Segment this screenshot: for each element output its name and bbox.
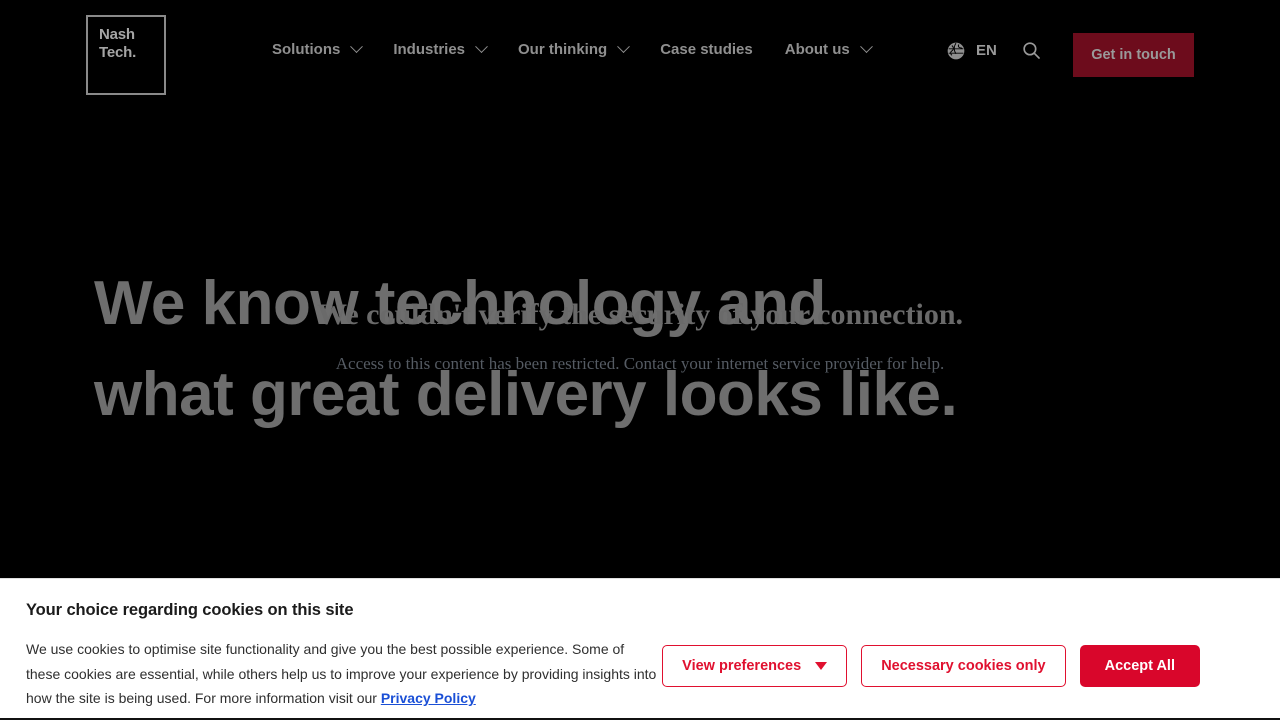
- chevron-down-icon: [859, 40, 873, 54]
- logo-line-1: Nash: [99, 26, 135, 43]
- globe-icon[interactable]: [946, 41, 966, 61]
- nav-label-industries: Industries: [393, 41, 466, 58]
- nav-label-about-us: About us: [784, 41, 850, 58]
- nav-label-case-studies: Case studies: [660, 41, 753, 58]
- hero-headline-line-2: what great delivery looks like.: [94, 360, 958, 429]
- cookie-banner-actions: View preferences Necessary cookies only …: [662, 645, 1200, 687]
- hero-headline: We know technology and what great delive…: [94, 258, 1194, 440]
- chevron-down-icon: [350, 40, 364, 54]
- nav-item-solutions[interactable]: Solutions: [272, 40, 364, 58]
- hero-headline-line-1: We know technology and: [94, 269, 826, 338]
- nashtech-logo[interactable]: Nash Tech.: [86, 15, 166, 95]
- nav-label-our-thinking: Our thinking: [518, 41, 608, 58]
- view-preferences-button[interactable]: View preferences: [662, 645, 848, 687]
- cookie-consent-banner: Your choice regarding cookies on this si…: [0, 578, 1280, 720]
- main-navigation: Solutions Industries Our thinking Case s…: [272, 40, 903, 58]
- header-utilities: EN: [946, 40, 1042, 61]
- search-icon[interactable]: [1021, 40, 1042, 61]
- caret-down-icon: [815, 662, 828, 670]
- nav-item-our-thinking[interactable]: Our thinking: [518, 40, 631, 58]
- chevron-down-icon: [475, 40, 488, 54]
- get-in-touch-button[interactable]: Get in touch: [1073, 33, 1194, 77]
- cookie-text-column: Your choice regarding cookies on this si…: [26, 601, 662, 711]
- cookie-body-text: We use cookies to optimise site function…: [26, 641, 657, 706]
- site-header: Nash Tech. Solutions Industries Our thin…: [0, 0, 1280, 110]
- cookie-banner-title: Your choice regarding cookies on this si…: [26, 601, 354, 619]
- necessary-cookies-only-button[interactable]: Necessary cookies only: [861, 645, 1066, 687]
- nav-item-industries[interactable]: Industries: [393, 40, 488, 58]
- logo-line-2: Tech.: [99, 44, 137, 61]
- view-preferences-label: View preferences: [682, 658, 802, 674]
- nav-label-solutions: Solutions: [272, 41, 341, 58]
- page-root: Nash Tech. Solutions Industries Our thin…: [0, 0, 1280, 720]
- chevron-down-icon: [617, 40, 631, 54]
- nav-item-case-studies[interactable]: Case studies: [660, 41, 753, 58]
- hero-section: We know technology and what great delive…: [0, 110, 1280, 578]
- privacy-policy-link[interactable]: Privacy Policy: [381, 690, 476, 706]
- language-selector[interactable]: EN: [976, 42, 997, 59]
- cookie-banner-body: We use cookies to optimise site function…: [26, 637, 662, 711]
- nav-item-about-us[interactable]: About us: [784, 40, 873, 58]
- accept-all-button[interactable]: Accept All: [1079, 645, 1200, 687]
